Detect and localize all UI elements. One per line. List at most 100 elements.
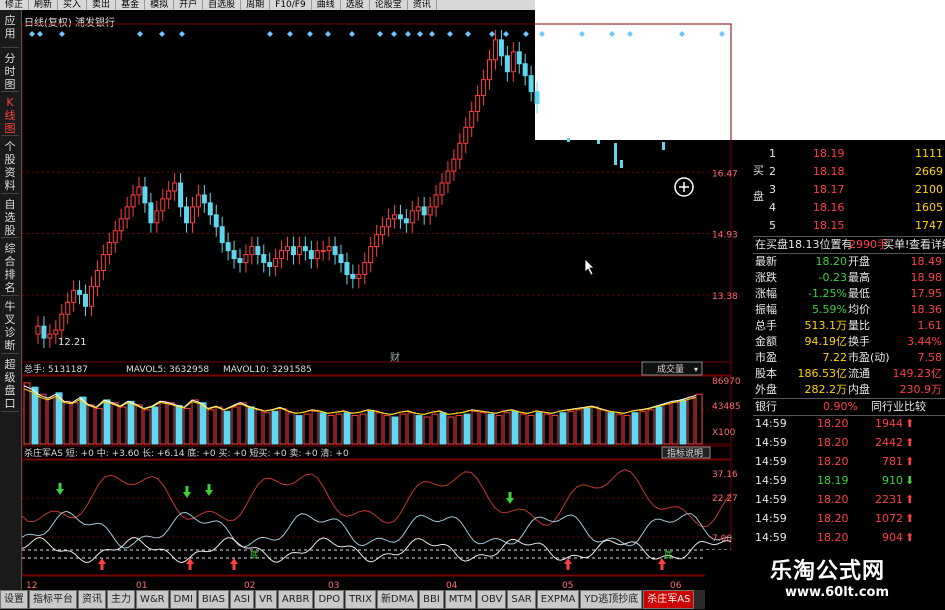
volume-bar — [23, 382, 31, 445]
indicator-tab[interactable]: 主力 — [107, 590, 135, 609]
signal-diamond — [325, 31, 331, 37]
indicator-tab[interactable]: 资讯 — [78, 590, 106, 609]
toolbar-item[interactable]: 卖出 — [87, 0, 117, 10]
trade-time: 14:59 — [755, 455, 787, 468]
candle-body — [207, 202, 213, 216]
sidebar-tab[interactable]: 自选股 — [1, 194, 19, 238]
indicator-tab[interactable]: OBV — [477, 590, 507, 609]
candle-body — [362, 262, 368, 275]
toolbar-item[interactable]: 论股堂 — [370, 0, 408, 10]
toolbar-item[interactable]: 刷新 — [29, 0, 59, 10]
volume-bar — [647, 409, 655, 445]
month-label: 01 — [136, 581, 147, 590]
indicator-tab[interactable]: YD逃顶抄底 — [580, 590, 643, 609]
signal-diamond — [539, 31, 545, 37]
toolbar-item[interactable]: 资讯 — [408, 0, 437, 10]
indicator-tab[interactable]: TRIX — [345, 590, 376, 609]
indicator-tab[interactable]: 新DMA — [376, 590, 419, 609]
candle-body — [415, 206, 421, 212]
month-label: 04 — [446, 581, 458, 590]
volume-bar — [583, 407, 591, 445]
stat-value: 230.9万 — [899, 383, 943, 396]
volume-bar — [71, 402, 79, 445]
volume-bar — [151, 406, 159, 445]
toolbar-item[interactable]: 自选股 — [203, 0, 242, 10]
indicator-tab[interactable]: ARBR — [277, 590, 314, 609]
volume-bar — [287, 412, 295, 445]
volume-bar — [127, 400, 135, 445]
candle-body — [219, 226, 225, 244]
up-arrow-icon: ⬆ — [905, 436, 915, 449]
notice-row[interactable]: 在买盘18.13位置有2990手买单!查看详细 — [753, 236, 945, 254]
toolbar-item[interactable]: 选股 — [341, 0, 370, 10]
sell-arrow-icon — [205, 484, 213, 496]
candle-body — [148, 202, 154, 224]
indicator-tab[interactable]: BBI — [419, 590, 444, 609]
sidebar-tab[interactable]: 综合排名 — [1, 238, 19, 296]
candle-body — [166, 190, 172, 200]
stat-label: 最低 — [848, 287, 870, 300]
bid-level: 4 — [769, 201, 776, 214]
candle-body — [492, 39, 498, 61]
volume-bar — [455, 415, 463, 445]
low-price-label: 12.21 — [58, 337, 87, 348]
indicator-tab[interactable]: SAR — [507, 590, 536, 609]
bid-row[interactable]: 5 18.15 1747 — [753, 218, 945, 234]
indicator-tab[interactable]: ASI — [229, 590, 255, 609]
volume-bar — [527, 415, 535, 445]
volume-bar — [95, 407, 103, 445]
sidebar-tab[interactable]: K线图 — [1, 92, 19, 136]
volume-bar — [143, 409, 151, 445]
stat-value: 18.49 — [910, 255, 943, 268]
volume-bar — [463, 413, 471, 445]
indicator-tab[interactable]: BIAS — [197, 590, 229, 609]
kline-chart[interactable]: 12.21 财 16.4714.9313.38 总手: 5131187 MAVO… — [22, 10, 753, 590]
toolbar-item[interactable]: F10/F9 — [270, 0, 312, 10]
signal-diamond — [679, 31, 685, 37]
bid-volume: 1605 — [915, 201, 943, 214]
signal-diamond — [627, 31, 633, 37]
toolbar-item[interactable]: 开户 — [174, 0, 204, 10]
indicator-tab[interactable]: EXPMA — [536, 590, 580, 609]
crosshair-zoom-icon[interactable] — [673, 176, 695, 198]
indicator-tab[interactable]: 设置 — [0, 590, 28, 609]
signal-diamond — [719, 31, 725, 37]
indicator-tab[interactable]: MTM — [444, 590, 477, 609]
toolbar-item[interactable]: 修正 — [0, 0, 30, 10]
toolbar-item[interactable]: 模拟 — [145, 0, 175, 10]
toolbar-item[interactable]: 周期 — [241, 0, 271, 10]
volume-bar — [431, 413, 439, 445]
volume-bar — [167, 402, 175, 445]
industry-row[interactable]: 银行 0.90% 同行业比较 — [753, 398, 945, 416]
indicator-tab[interactable]: 杀庄军AS — [643, 590, 695, 609]
candle-body — [77, 289, 83, 295]
volume-bar — [551, 415, 559, 445]
toolbar-item[interactable]: 买入 — [58, 0, 88, 10]
sidebar-tab[interactable]: 分时图 — [1, 48, 19, 92]
trade-volume: 781 — [882, 455, 903, 468]
sidebar-tab[interactable]: 牛叉诊断 — [1, 296, 19, 354]
bid-row[interactable]: 3 18.17 2100 — [753, 182, 945, 198]
candle-body — [528, 75, 534, 93]
indicator-tab[interactable]: W&R — [136, 590, 169, 609]
watermark-title: 乐淘公式网 — [770, 559, 886, 584]
indicator-tab[interactable]: VR — [255, 590, 277, 609]
volume-bar — [607, 412, 615, 445]
volume-bar — [615, 413, 623, 445]
indicator-tab[interactable]: DMI — [169, 590, 197, 609]
sidebar-tab[interactable]: 超级盘口 — [1, 354, 19, 412]
indicator-tab[interactable]: DPO — [314, 590, 345, 609]
volume-bar — [375, 412, 383, 445]
toolbar-item[interactable]: 基金 — [116, 0, 146, 10]
sidebar-tab[interactable]: 应用 — [1, 10, 19, 48]
toolbar-item[interactable]: 曲线 — [312, 0, 341, 10]
trade-volume: 910 — [882, 474, 903, 487]
bid-row[interactable]: 1 18.19 1111 — [753, 146, 945, 162]
candle-body — [469, 110, 475, 128]
bid-row[interactable]: 2 18.18 2669 — [753, 164, 945, 180]
sidebar-tab[interactable]: 个股资料 — [1, 136, 19, 194]
indicator-tab[interactable]: 指标平台 — [29, 590, 77, 609]
trade-price: 18.20 — [817, 531, 849, 544]
indicator-help-label: 指标说明 — [667, 447, 703, 459]
bid-row[interactable]: 4 18.16 1605 — [753, 200, 945, 216]
